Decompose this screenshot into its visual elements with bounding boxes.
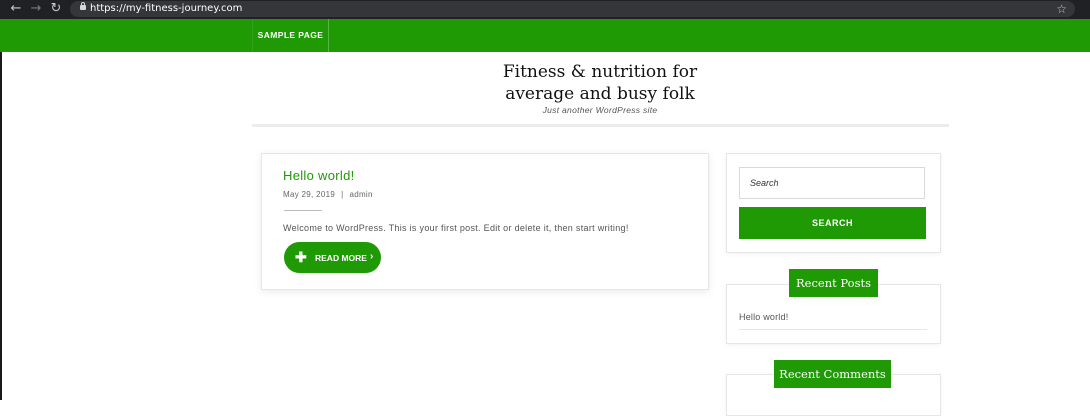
reload-icon[interactable]: ↻ xyxy=(48,1,64,17)
recent-post-link[interactable]: Hello world! xyxy=(739,312,788,322)
forward-arrow-icon[interactable]: → xyxy=(28,1,44,17)
search-input[interactable] xyxy=(739,167,925,199)
search-widget: SEARCH xyxy=(726,153,941,253)
meta-separator: | xyxy=(341,190,344,199)
site-nav-bar: SAMPLE PAGE xyxy=(0,19,1090,52)
post-card: Hello world! May 29, 2019 | admin Welcome … xyxy=(261,153,709,290)
browser-toolbar: ← → ↻ https://my-fitness-journey.com ☆ xyxy=(0,0,1090,19)
post-excerpt: Welcome to WordPress. This is your first… xyxy=(283,223,629,233)
site-title[interactable]: Fitness & nutrition for average and busy… xyxy=(450,61,750,105)
header-divider xyxy=(252,124,949,127)
post-title[interactable]: Hello world! xyxy=(283,168,355,183)
recent-comments-title: Recent Comments xyxy=(774,360,891,388)
site-title-line1: Fitness & nutrition for xyxy=(502,62,698,82)
post-meta: May 29, 2019 | admin xyxy=(283,190,373,199)
chevron-right-icon: › xyxy=(370,251,374,262)
search-button[interactable]: SEARCH xyxy=(739,207,926,239)
window-edge xyxy=(0,52,2,400)
nav-item-sample-page[interactable]: SAMPLE PAGE xyxy=(252,19,329,52)
star-icon[interactable]: ☆ xyxy=(1056,1,1067,17)
plus-icon: ✚ xyxy=(295,249,307,265)
post-date[interactable]: May 29, 2019 xyxy=(283,190,335,199)
post-author[interactable]: admin xyxy=(349,190,372,199)
read-more-label: READ MORE xyxy=(315,253,367,263)
site-title-line2: average and busy folk xyxy=(505,84,695,104)
address-bar[interactable]: https://my-fitness-journey.com ☆ xyxy=(70,1,1075,17)
read-more-button[interactable]: ✚ READ MORE › xyxy=(284,242,381,273)
url-text[interactable]: https://my-fitness-journey.com xyxy=(90,2,242,16)
post-divider xyxy=(284,210,322,211)
recent-post-divider xyxy=(739,329,927,330)
back-arrow-icon[interactable]: ← xyxy=(8,1,24,17)
site-tagline: Just another WordPress site xyxy=(542,105,658,115)
lock-icon xyxy=(80,2,86,10)
recent-posts-title: Recent Posts xyxy=(789,269,878,297)
